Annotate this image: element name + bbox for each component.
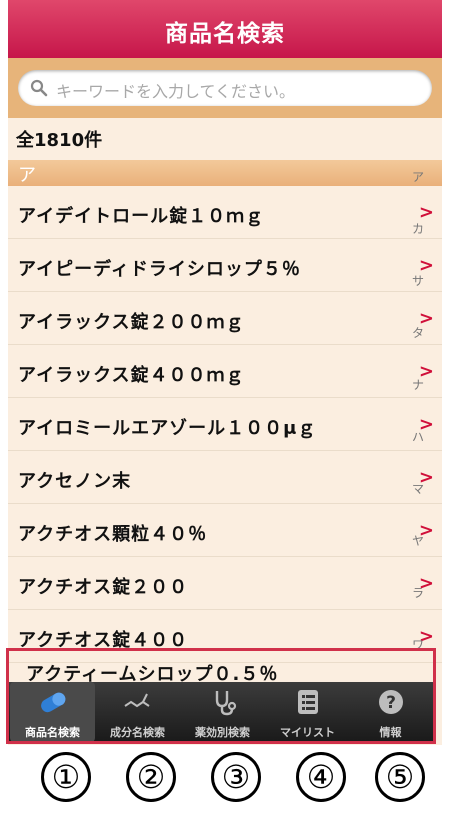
section-label: ア	[18, 165, 36, 186]
index-letter[interactable]: ハ	[408, 428, 428, 480]
index-letter[interactable]: タ	[408, 324, 428, 376]
list-item[interactable]: アクセノン末 >	[8, 451, 442, 504]
search-icon	[30, 79, 48, 97]
index-letter[interactable]: サ	[408, 272, 428, 324]
list-item[interactable]: アイラックス錠２００ｍｇ >	[8, 292, 442, 345]
annotation-number: ③	[211, 752, 261, 802]
index-letter[interactable]: ナ	[408, 376, 428, 428]
list-item[interactable]: アイデイトロール錠１０ｍｇ >	[8, 186, 442, 239]
section-index[interactable]: ア カ サ タ ナ ハ マ ヤ ラ ワ	[408, 168, 428, 688]
item-name: アクセノン末	[18, 471, 132, 492]
index-letter[interactable]: カ	[408, 220, 428, 272]
index-letter[interactable]: マ	[408, 480, 428, 532]
result-count: 全1810件	[16, 130, 103, 151]
index-letter[interactable]: ラ	[408, 584, 428, 636]
annotation-number: ②	[126, 752, 176, 802]
title-bar: 商品名検索	[8, 0, 442, 58]
annotation-number: ④	[296, 752, 346, 802]
item-name: アイロミールエアゾール１００μｇ	[18, 418, 317, 439]
list-item[interactable]: アクチオス顆粒４０％ >	[8, 504, 442, 557]
annotation-number: ①	[41, 752, 91, 802]
item-name: アクチオス顆粒４０％	[18, 524, 208, 545]
index-letter[interactable]: ヤ	[408, 532, 428, 584]
product-list: アイデイトロール錠１０ｍｇ > アイピーディドライシロップ５％ > アイラックス錠２…	[8, 186, 442, 663]
search-bar: キーワードを入力してください。	[8, 58, 442, 118]
list-item[interactable]: アクチオス錠２００ >	[8, 557, 442, 610]
list-item[interactable]: アイラックス錠４００ｍｇ >	[8, 345, 442, 398]
item-name: アイラックス錠４００ｍｇ	[18, 365, 245, 386]
list-item[interactable]: アイピーディドライシロップ５％ >	[8, 239, 442, 292]
annotation-number: ⑤	[375, 752, 425, 802]
item-name: アイラックス錠２００ｍｇ	[18, 312, 245, 333]
search-placeholder: キーワードを入力してください。	[56, 82, 296, 101]
search-input[interactable]: キーワードを入力してください。	[18, 70, 432, 106]
phone-screen: 商品名検索 キーワードを入力してください。 全1810件 ア アイデイトロール錠…	[8, 0, 442, 745]
item-name: アイピーディドライシロップ５％	[18, 259, 301, 280]
list-item[interactable]: アイロミールエアゾール１００μｇ >	[8, 398, 442, 451]
page-title: 商品名検索	[165, 21, 285, 47]
tab-bar-highlight	[6, 648, 436, 744]
item-name: アイデイトロール錠１０ｍｇ	[18, 206, 265, 227]
item-name: アクチオス錠２００	[18, 577, 189, 598]
section-header: ア	[8, 160, 442, 186]
index-letter[interactable]: ア	[408, 168, 428, 220]
